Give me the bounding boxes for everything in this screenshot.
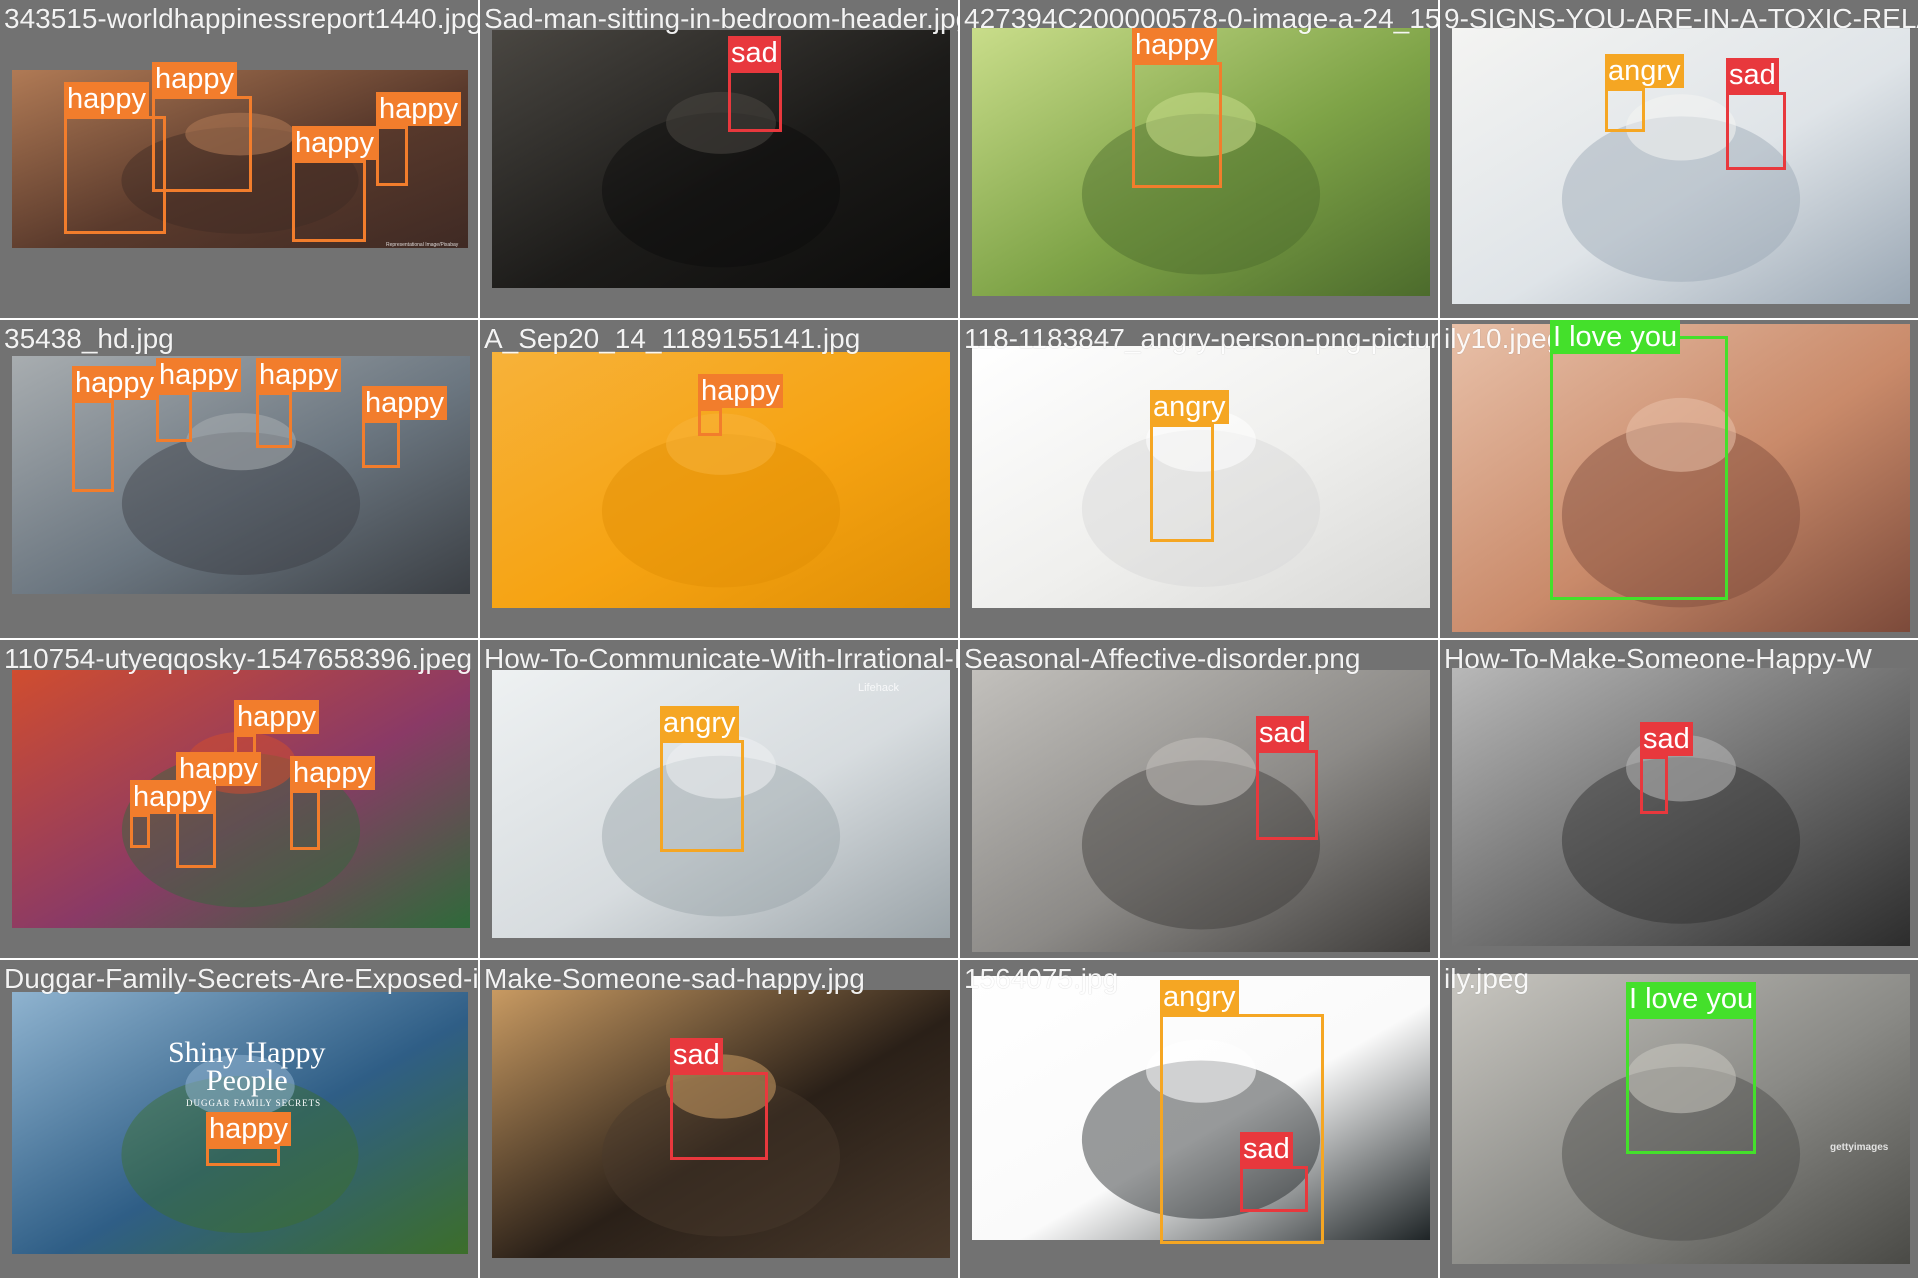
tile-filename: 35438_hd.jpg — [4, 323, 174, 354]
detection-label: angry — [1605, 54, 1684, 88]
detection-label: angry — [660, 706, 739, 740]
grid-tile[interactable]: 110754-utyeqqosky-1547658396.jpeg happy ha… — [0, 640, 480, 960]
tile-filename: 118-1183847_angry-person-png-picture.png — [964, 323, 1440, 354]
detection-box — [1150, 424, 1214, 542]
grid-tile[interactable]: 35438_hd.jpg happy happy happy happy — [0, 320, 480, 640]
tile-filename: How-To-Communicate-With-Irrational-Peopl… — [484, 643, 958, 674]
detection-label: happy — [376, 92, 462, 126]
photo-watermark: Lifehack — [858, 682, 899, 694]
detection-label: happy — [64, 82, 150, 116]
grid-tile[interactable]: 427394C200000578-0-image-a-24_1500384490… — [960, 0, 1440, 320]
grid-tile[interactable]: Representational Image/Pixabay 343515-wor… — [0, 0, 480, 320]
detection-label: angry — [1160, 980, 1239, 1014]
grid-tile[interactable]: 9-SIGNS-YOU-ARE-IN-A-TOXIC-RELATIONSHIP-… — [1440, 0, 1920, 320]
grid-tile[interactable]: Make-Someone-sad-happy.jpg sad — [480, 960, 960, 1280]
tile-filename: 9-SIGNS-YOU-ARE-IN-A-TOXIC-RELATIONSHIP-… — [1444, 3, 1918, 34]
tile-photo — [1452, 668, 1910, 946]
grid-tile[interactable]: Seasonal-Affective-disorder.png sad — [960, 640, 1440, 960]
photo-watermark: Representational Image/Pixabay — [386, 242, 459, 248]
poster-title-line2: People — [206, 1064, 288, 1097]
detection-box — [1605, 88, 1645, 132]
detection-label: angry — [1150, 390, 1229, 424]
detection-label: I love you — [1550, 320, 1681, 354]
detection-box — [290, 790, 320, 850]
detection-label: happy — [72, 366, 158, 400]
detection-label: happy — [256, 358, 342, 392]
detection-box — [206, 1146, 280, 1166]
detection-label: happy — [292, 126, 378, 160]
tile-filename: ily.jpeg — [1444, 963, 1530, 994]
tile-filename: ily10.jpeg — [1444, 323, 1563, 354]
tile-photo — [972, 670, 1430, 952]
grid-tile[interactable]: Sad-man-sitting-in-bedroom-header.jpg sad — [480, 0, 960, 320]
detection-label: sad — [1640, 722, 1693, 756]
grid-tile[interactable]: Lifehack How-To-Communicate-With-Irration… — [480, 640, 960, 960]
detection-box — [1640, 756, 1668, 814]
detection-box — [292, 160, 366, 242]
tile-filename: 1564075.jpg — [964, 963, 1119, 994]
detection-box — [362, 420, 400, 468]
detection-box — [670, 1072, 768, 1160]
grid-tile[interactable]: How-To-Make-Someone-Happy-W sad — [1440, 640, 1920, 960]
grid-tile[interactable]: A_Sep20_14_1189155141.jpghappy — [480, 320, 960, 640]
poster-subtitle: DUGGAR FAMILY SECRETS — [186, 1098, 322, 1108]
detection-box — [1240, 1166, 1308, 1212]
detection-box — [1626, 1016, 1756, 1154]
grid-tile[interactable]: gettyimages ily.jpeg I love you — [1440, 960, 1920, 1280]
tile-filename: Make-Someone-sad-happy.jpg — [484, 963, 865, 994]
detection-label: sad — [1256, 716, 1309, 750]
detection-box — [698, 408, 722, 436]
detection-box — [728, 70, 782, 132]
detection-label: sad — [1726, 58, 1779, 92]
detection-label: happy — [206, 1112, 292, 1146]
detection-label: sad — [670, 1038, 723, 1072]
tile-filename: 343515-worldhappinessreport1440.jpg — [4, 3, 480, 34]
tile-filename: Seasonal-Affective-disorder.png — [964, 643, 1361, 674]
tile-photo — [492, 30, 950, 288]
detection-label: happy — [234, 700, 320, 734]
detection-label: sad — [1240, 1132, 1293, 1166]
detection-box — [1132, 62, 1222, 188]
detection-box — [1726, 92, 1786, 170]
grid-tile[interactable]: ily10.jpeg I love you — [1440, 320, 1920, 640]
tile-filename: How-To-Make-Someone-Happy-W — [1444, 643, 1872, 674]
detection-box — [152, 96, 252, 192]
detection-box — [1256, 750, 1318, 840]
detection-box — [256, 392, 292, 448]
detection-label: happy — [152, 62, 238, 96]
detection-box — [1550, 336, 1728, 600]
detection-box — [660, 740, 744, 852]
detection-box — [72, 400, 114, 492]
photo-watermark: gettyimages — [1830, 1142, 1889, 1153]
grid-tile[interactable]: 1564075.jpg angry sad — [960, 960, 1440, 1280]
detection-box — [64, 116, 166, 234]
tile-filename: 110754-utyeqqosky-1547658396.jpeg — [4, 643, 473, 674]
detection-label: happy — [290, 756, 376, 790]
detection-label: happy — [156, 358, 242, 392]
detection-label: happy — [362, 386, 448, 420]
detection-label: happy — [130, 780, 216, 814]
detection-box — [376, 126, 408, 186]
detection-box — [156, 392, 192, 442]
image-grid: Representational Image/Pixabay 343515-wor… — [0, 0, 1920, 1280]
detection-label: happy — [698, 374, 784, 408]
detection-label: happy — [1132, 28, 1218, 62]
detection-box — [130, 814, 150, 848]
tile-filename: A_Sep20_14_1189155141.jpg — [484, 323, 861, 354]
grid-tile[interactable]: 118-1183847_angry-person-png-picture.png… — [960, 320, 1440, 640]
detection-label: I love you — [1626, 982, 1757, 1016]
detection-label: sad — [728, 36, 781, 70]
tile-filename: Duggar-Family-Secrets-Are-Exposed-in-New — [4, 963, 479, 994]
tile-filename: Sad-man-sitting-in-bedroom-header.jpg — [484, 3, 960, 34]
grid-tile[interactable]: Shiny Happy People DUGGAR FAMILY SECRETS Du… — [0, 960, 480, 1280]
